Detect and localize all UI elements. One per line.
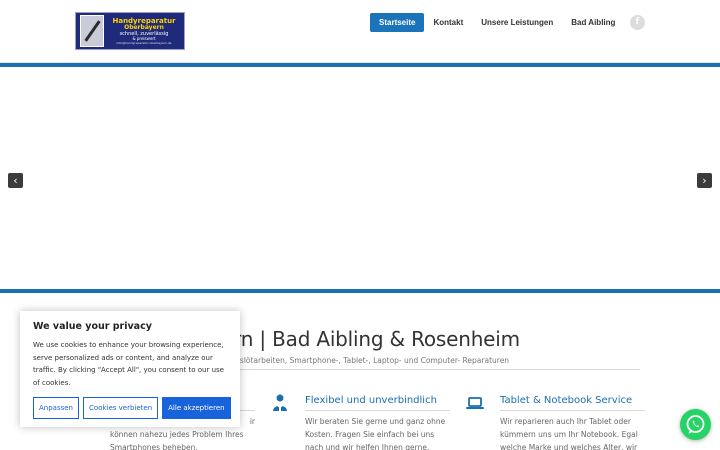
cookie-title: We value your privacy bbox=[33, 321, 152, 332]
feature-divider bbox=[500, 410, 645, 411]
slider-next-button[interactable]: › bbox=[697, 173, 712, 188]
cookie-consent-banner: We value your privacy We use cookies to … bbox=[20, 311, 240, 427]
slider-prev-button[interactable]: ‹ bbox=[8, 173, 23, 188]
cookie-text: We use cookies to enhance your browsing … bbox=[33, 341, 224, 387]
cookie-accept-all-button[interactable]: Alle akzeptieren bbox=[162, 397, 231, 419]
nav-item-bad-aibling[interactable]: Bad Aibling bbox=[562, 13, 624, 32]
whatsapp-chat-button[interactable] bbox=[680, 409, 711, 440]
screwdriver-icon bbox=[80, 15, 104, 47]
logo-text: Handyreparatur Oberbayern schnell, zuver… bbox=[104, 17, 184, 45]
cookie-reject-button[interactable]: Cookies verbieten bbox=[83, 397, 159, 419]
site-logo[interactable]: Handyreparatur Oberbayern schnell, zuver… bbox=[75, 12, 185, 50]
feature-title: Tablet & Notebook Service bbox=[500, 395, 633, 406]
feature-divider bbox=[305, 410, 450, 411]
nav-item-unsere-leistungen[interactable]: Unsere Leistungen bbox=[472, 13, 562, 32]
cookie-buttons: Anpassen Cookies verbieten Alle akzeptie… bbox=[33, 397, 231, 419]
logo-line-2: Oberbayern bbox=[124, 23, 164, 31]
people-icon bbox=[273, 394, 287, 411]
logo-line-4: & preiswert bbox=[132, 35, 156, 41]
feature-text-body: können nahezu jedes Problem Ihres Smartp… bbox=[110, 430, 244, 450]
facebook-icon[interactable]: f bbox=[630, 15, 645, 30]
nav-item-kontakt[interactable]: Kontakt bbox=[424, 13, 472, 32]
feature-title: Flexibel und unverbindlich bbox=[305, 395, 437, 406]
main-nav: Startseite Kontakt Unsere Leistungen Bad… bbox=[370, 13, 624, 32]
feature-text: Wir beraten Sie gerne und ganz ohne Kost… bbox=[305, 417, 446, 450]
feature-text: Wir reparieren auch Ihr Tablet oder kümm… bbox=[500, 417, 638, 450]
site-header: Handyreparatur Oberbayern schnell, zuver… bbox=[0, 0, 720, 63]
hero-slider: ‹ › bbox=[0, 63, 720, 293]
nav-item-startseite[interactable]: Startseite bbox=[370, 13, 425, 32]
logo-email: info@handyreparatur-oberbayern.de bbox=[116, 40, 172, 45]
cookie-customize-button[interactable]: Anpassen bbox=[33, 397, 79, 419]
whatsapp-icon bbox=[686, 415, 705, 434]
laptop-icon bbox=[466, 397, 484, 409]
